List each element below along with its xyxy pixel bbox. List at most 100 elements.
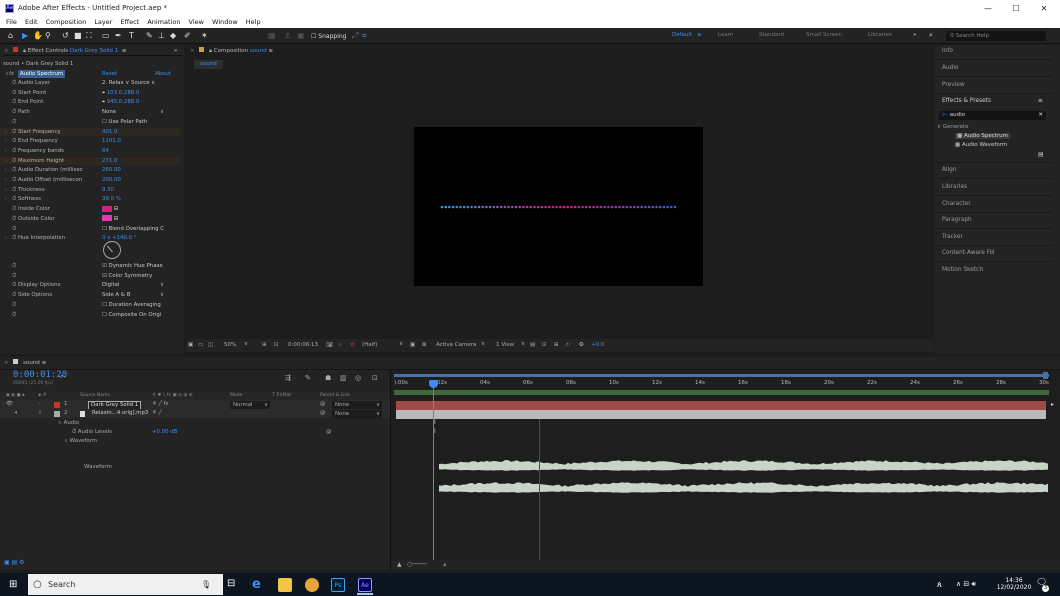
more-workspaces-button[interactable]: » [913,32,916,38]
camera-tool-icon[interactable]: ■ [74,31,82,41]
taskbar-search-box[interactable]: ○ Search 🎙︎ [28,574,223,595]
layer-switches-icons[interactable]: ⚘ ╱ fx [152,400,169,409]
menu-edit[interactable]: Edit [25,17,38,28]
parent-select[interactable]: None ∨ [332,400,382,409]
switches-icons[interactable]: ⚘ ✱ ╲ fx ▣ ◎ ◍ ⊕ [152,392,193,400]
reset-exposure-icon[interactable]: ⊡ [542,342,547,348]
workspace-learn[interactable]: Learn [718,32,733,38]
effect-property-row[interactable]: ⏱ Path None ∨ [0,108,180,116]
dropdown-value[interactable]: Side A & B ∨ [102,291,164,299]
fx-icon[interactable]: fx [9,70,14,78]
tray-icons[interactable]: ∧ ⊟ 🔊︎ [956,580,976,589]
preview-panel-tab[interactable]: Preview [942,82,965,88]
stopwatch-icon[interactable]: ⏱ [12,205,16,213]
dropdown-arrow-icon[interactable]: ∨ [160,281,164,289]
audio-levels-value[interactable]: +0.00 dB [152,428,177,437]
hand-tool-icon[interactable]: ✋ [33,31,43,41]
zoom-out-icon[interactable]: ▲ [397,561,402,568]
rectangle-tool-icon[interactable]: ▭ [102,31,110,41]
menu-help[interactable]: Help [246,17,261,28]
shy-layers-icon[interactable]: ☗ [325,374,331,382]
pen-tool-icon[interactable]: ✒ [115,31,122,41]
motion-sketch-panel-tab[interactable]: Motion Sketch [942,267,983,273]
close-tab-icon[interactable]: × [4,48,9,54]
property-value[interactable]: 39.0 % [102,195,121,203]
world-axis-icon[interactable]: ⚓ [284,31,291,41]
draft-3d-icon[interactable]: ✎ [305,374,311,382]
clone-stamp-tool-icon[interactable]: ⊥ [158,31,165,41]
local-axis-icon[interactable]: ▦ [268,31,276,41]
resolution-select[interactable]: (Half) [362,342,377,348]
clock[interactable]: 14:36 12/02/2020 [996,577,1032,591]
motion-blur-icon[interactable]: ◎ [355,374,361,382]
layer-2-duration-bar[interactable] [396,410,1046,419]
exposure-value[interactable]: +0.0 [591,342,604,348]
pickwhip-icon[interactable]: @ [320,409,325,418]
effect-controls-tab[interactable]: × 🔒︎ Effect Controls Dark Grey Solid 1 ≡… [4,46,182,56]
effects-presets-panel-tab[interactable]: Effects & Presets [942,98,991,104]
color-swatch-fill[interactable] [102,205,112,212]
effect-property-row[interactable]: › ⏱ Softness 39.0 % [0,195,180,203]
dropdown-arrow-icon[interactable]: ∨ [160,291,164,299]
color-swatch[interactable]: ⊟ [102,215,118,223]
always-preview-icon[interactable]: ▣ [188,342,193,348]
expand-property-icon[interactable]: › [5,147,7,155]
close-comp-tab-icon[interactable]: × [190,48,195,54]
audio-levels-pickwhip-icon[interactable]: @ [326,428,331,437]
snap-feature-icon[interactable]: ⌗ [362,31,367,41]
property-value[interactable]: 271.0 [102,157,117,165]
layer-label-color[interactable] [54,401,60,408]
effect-property-row[interactable]: ⏱ ☐ Duration Averaging [0,301,180,309]
workspace-standard[interactable]: Standard [759,32,784,38]
task-view-icon[interactable]: ⊟ [227,578,241,592]
workspace-menu-icon[interactable]: ≡ [697,32,702,38]
snapping-options-icon[interactable]: ⤢ [352,31,358,41]
zoom-tool-icon[interactable]: ⚲ [45,31,51,41]
stopwatch-icon[interactable]: ⏱ [12,262,16,270]
panel-menu-icon[interactable]: ≡ [122,48,127,54]
search-help-input[interactable]: ⚲ Search Help [946,31,1046,41]
menu-view[interactable]: View [189,17,204,28]
stopwatch-icon[interactable]: ⏱ [12,215,16,223]
effect-property-row[interactable]: › ⏱ Audio Duration (millisec 260.00 [0,166,180,174]
composition-mini-flowchart-icon[interactable]: ⇶ [285,374,291,382]
category-generate[interactable]: ∨ Generate [937,124,968,130]
expand-panels-icon[interactable]: » [174,46,177,56]
blend-mode-select[interactable]: Normal ∨ [230,400,270,409]
audio-levels-row[interactable]: ⏱︎ Audio Levels [72,428,112,437]
graph-editor-icon[interactable]: ⊡ [372,374,378,382]
property-value[interactable]: 64 [102,147,109,155]
effect-property-row[interactable]: ⏱ Display Options Digital ∨ [0,281,180,289]
mask-visibility-icon[interactable]: ⊡ [274,342,279,348]
stopwatch-icon[interactable]: ⏱ [12,176,16,184]
property-value[interactable]: 1101.0 [102,137,121,145]
channel-icon[interactable]: ✿ [350,342,355,348]
resolution-dropdown-icon[interactable]: ∨ [399,341,403,347]
expand-layer-icon[interactable]: › [38,400,40,409]
stopwatch-icon[interactable]: ⏱ [12,301,16,309]
dropdown-value[interactable]: Digital ∨ [102,281,164,289]
stopwatch-icon[interactable]: ⏱ [12,147,16,155]
snapshot-icon[interactable]: 📷︎ [326,342,333,348]
vr-icon[interactable]: ◫ [208,342,213,348]
work-area-bar[interactable] [394,374,1049,377]
stopwatch-icon[interactable]: ⏱ [12,108,16,116]
close-button[interactable]: ✕ [1032,2,1056,15]
visibility-eye-icon[interactable]: 👁︎ [6,400,13,409]
property-value[interactable]: 260.00 [102,166,121,174]
libraries-panel-tab[interactable]: Libraries [942,184,967,190]
menu-composition[interactable]: Composition [46,17,87,28]
expand-property-icon[interactable]: › [5,157,7,165]
column-source-name[interactable]: Source Name [80,392,110,400]
effect-property-row[interactable]: › ⏱ Frequency bands 64 [0,147,180,155]
waveform-group[interactable]: ∨ Waveform [64,437,97,446]
playhead[interactable] [433,380,434,570]
effect-property-row[interactable]: ⏱ Side Options Side A & B ∨ [0,291,180,299]
audio-panel-tab[interactable]: Audio [942,65,958,71]
frame-blending-icon[interactable]: ▥ [340,374,347,382]
camera-dropdown-icon[interactable]: ∨ [481,341,485,347]
photoshop-icon[interactable]: Ps [331,578,345,592]
new-bin-icon[interactable]: ▤ [1038,152,1043,158]
audio-group[interactable]: ∨ Audio [58,419,79,428]
windows-start-icon[interactable]: ⊞ [9,579,17,590]
